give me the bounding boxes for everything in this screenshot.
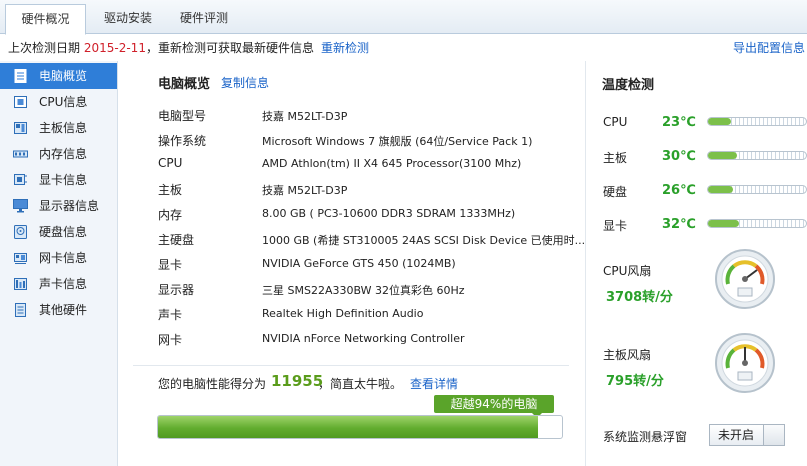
motherboard-icon	[14, 122, 27, 134]
last-check-text: 上次检测日期 2015-2-11，重新检测可获取最新硬件信息	[8, 35, 314, 61]
float-monitor-label: 系统监测悬浮窗	[603, 430, 688, 444]
sidebar-item-memory[interactable]: 内存信息	[0, 141, 117, 167]
row-key-monitor: 显示器	[158, 283, 195, 297]
sidebar-item-monitor[interactable]: 显示器信息	[0, 193, 117, 219]
recheck-link[interactable]: 重新检测	[321, 35, 369, 61]
temp-key-hard-disk: 硬盘	[603, 185, 628, 199]
temp-bar-fill	[708, 152, 738, 159]
row-key-graphics: 显卡	[158, 258, 183, 272]
last-check-prefix: 上次检测日期	[8, 41, 81, 55]
float-monitor-toggle[interactable]: 未开启	[709, 424, 785, 446]
view-details-link[interactable]: 查看详情	[410, 375, 458, 392]
sound-card-icon	[14, 278, 27, 290]
row-value-sound: Realtek High Definition Audio	[262, 307, 424, 320]
sidebar-item-label: 硬盘信息	[39, 225, 88, 239]
toggle-knob[interactable]	[763, 424, 785, 446]
document-icon	[14, 69, 27, 83]
fan-value-cpu: 3708转/分	[606, 290, 673, 305]
temp-bar-fill	[708, 220, 740, 227]
tab-hardware-overview[interactable]: 硬件概况	[5, 4, 86, 35]
temp-bar-fill	[708, 186, 734, 193]
row-value-cpu: AMD Athlon(tm) II X4 645 Processor(3100 …	[262, 157, 522, 170]
sidebar-item-graphics-card[interactable]: 显卡信息	[0, 167, 117, 193]
sidebar-item-label: 显示器信息	[39, 199, 100, 213]
percentile-badge: 超越94%的电脑	[434, 395, 554, 418]
motherboard-fan-gauge-icon	[715, 333, 775, 393]
network-card-icon	[14, 253, 27, 264]
performance-progress-bar	[157, 415, 563, 439]
export-config-link[interactable]: 导出配置信息	[733, 35, 805, 61]
row-value-network: NVIDIA nForce Networking Controller	[262, 332, 465, 345]
sidebar-item-sound-card[interactable]: 声卡信息	[0, 271, 117, 297]
score-prefix: 您的电脑性能得分为	[158, 377, 267, 391]
fan-value-motherboard: 795转/分	[606, 374, 664, 389]
sidebar-item-label: 主板信息	[39, 121, 88, 135]
sidebar-item-label: CPU信息	[39, 95, 88, 109]
cpu-fan-gauge-icon	[715, 249, 775, 309]
monitor-icon	[13, 199, 28, 213]
sidebar-item-motherboard[interactable]: 主板信息	[0, 115, 117, 141]
sidebar-item-other-hardware[interactable]: 其他硬件	[0, 297, 117, 323]
sidebar-item-network-card[interactable]: 网卡信息	[0, 245, 117, 271]
other-hardware-icon	[15, 303, 26, 317]
temp-bar-motherboard	[707, 151, 807, 160]
sidebar-item-label: 显卡信息	[39, 173, 88, 187]
row-value-memory: 8.00 GB ( PC3-10600 DDR3 SDRAM 1333MHz)	[262, 207, 516, 220]
tab-driver-install[interactable]: 驱动安装	[90, 4, 166, 34]
tab-hardware-benchmark[interactable]: 硬件评测	[166, 4, 242, 34]
hard-disk-icon	[14, 225, 27, 239]
fan-key-cpu: CPU风扇	[603, 264, 652, 278]
row-value-os: Microsoft Windows 7 旗舰版 (64位/Service Pac…	[262, 135, 533, 148]
temp-bar-cpu	[707, 117, 807, 126]
temp-bar-fill	[708, 118, 731, 125]
row-value-monitor: 三星 SMS22A330BW 32位真彩色 60Hz	[262, 284, 465, 297]
temperature-title: 温度检测	[602, 78, 655, 93]
row-value-hard-disk: 1000 GB (希捷 ST310005 24AS SCSI Disk Devi…	[262, 234, 586, 247]
cpu-icon	[14, 96, 27, 108]
fan-key-motherboard: 主板风扇	[603, 348, 652, 362]
row-key-network: 网卡	[158, 333, 183, 347]
performance-progress-fill	[158, 416, 538, 438]
row-value-model: 技嘉 M52LT-D3P	[262, 110, 348, 123]
score-value: 11955	[271, 372, 324, 390]
row-key-sound: 声卡	[158, 308, 183, 322]
sidebar-item-label: 其他硬件	[39, 303, 88, 317]
row-key-memory: 内存	[158, 208, 183, 222]
sidebar-item-overview[interactable]: 电脑概览	[0, 63, 117, 89]
sidebar-item-label: 电脑概览	[39, 69, 88, 83]
copy-info-link[interactable]: 复制信息	[221, 74, 269, 91]
sidebar-item-hard-disk[interactable]: 硬盘信息	[0, 219, 117, 245]
last-check-date: 2015-2-11	[83, 41, 146, 55]
graphics-card-icon	[14, 174, 27, 185]
temp-key-cpu: CPU	[603, 115, 628, 129]
temp-value-cpu: 23℃	[662, 115, 696, 130]
row-value-motherboard: 技嘉 M52LT-D3P	[262, 184, 348, 197]
overview-title: 电脑概览	[158, 77, 211, 92]
temp-key-motherboard: 主板	[603, 151, 628, 165]
info-bar: 上次检测日期 2015-2-11，重新检测可获取最新硬件信息 重新检测 导出配置…	[0, 35, 807, 61]
temp-bar-graphics	[707, 219, 807, 228]
row-key-os: 操作系统	[158, 134, 207, 148]
sidebar: 电脑概览 CPU信息 主板信息 内存信息 显卡信息 显示器信息 硬盘信息 网卡信…	[0, 61, 118, 466]
temp-value-graphics: 32℃	[662, 217, 696, 232]
tab-bar: 硬件概况 驱动安装 硬件评测	[0, 0, 807, 35]
memory-icon	[13, 150, 28, 158]
sidebar-item-label: 内存信息	[39, 147, 88, 161]
row-key-motherboard: 主板	[158, 183, 183, 197]
score-suffix: ，简直太牛啦。	[318, 377, 403, 391]
sidebar-item-label: 声卡信息	[39, 277, 88, 291]
row-key-cpu: CPU	[158, 156, 183, 170]
temp-bar-hard-disk	[707, 185, 807, 194]
temp-value-motherboard: 30℃	[662, 149, 696, 164]
divider	[133, 365, 569, 366]
sidebar-item-label: 网卡信息	[39, 251, 88, 265]
temp-key-graphics: 显卡	[603, 219, 628, 233]
last-check-suffix: ，重新检测可获取最新硬件信息	[145, 41, 314, 55]
temp-value-hard-disk: 26℃	[662, 183, 696, 198]
row-key-model: 电脑型号	[158, 109, 207, 123]
sidebar-item-cpu[interactable]: CPU信息	[0, 89, 117, 115]
row-value-graphics: NVIDIA GeForce GTS 450 (1024MB)	[262, 257, 456, 270]
row-key-hard-disk: 主硬盘	[158, 233, 195, 247]
toggle-state-label: 未开启	[718, 428, 755, 442]
